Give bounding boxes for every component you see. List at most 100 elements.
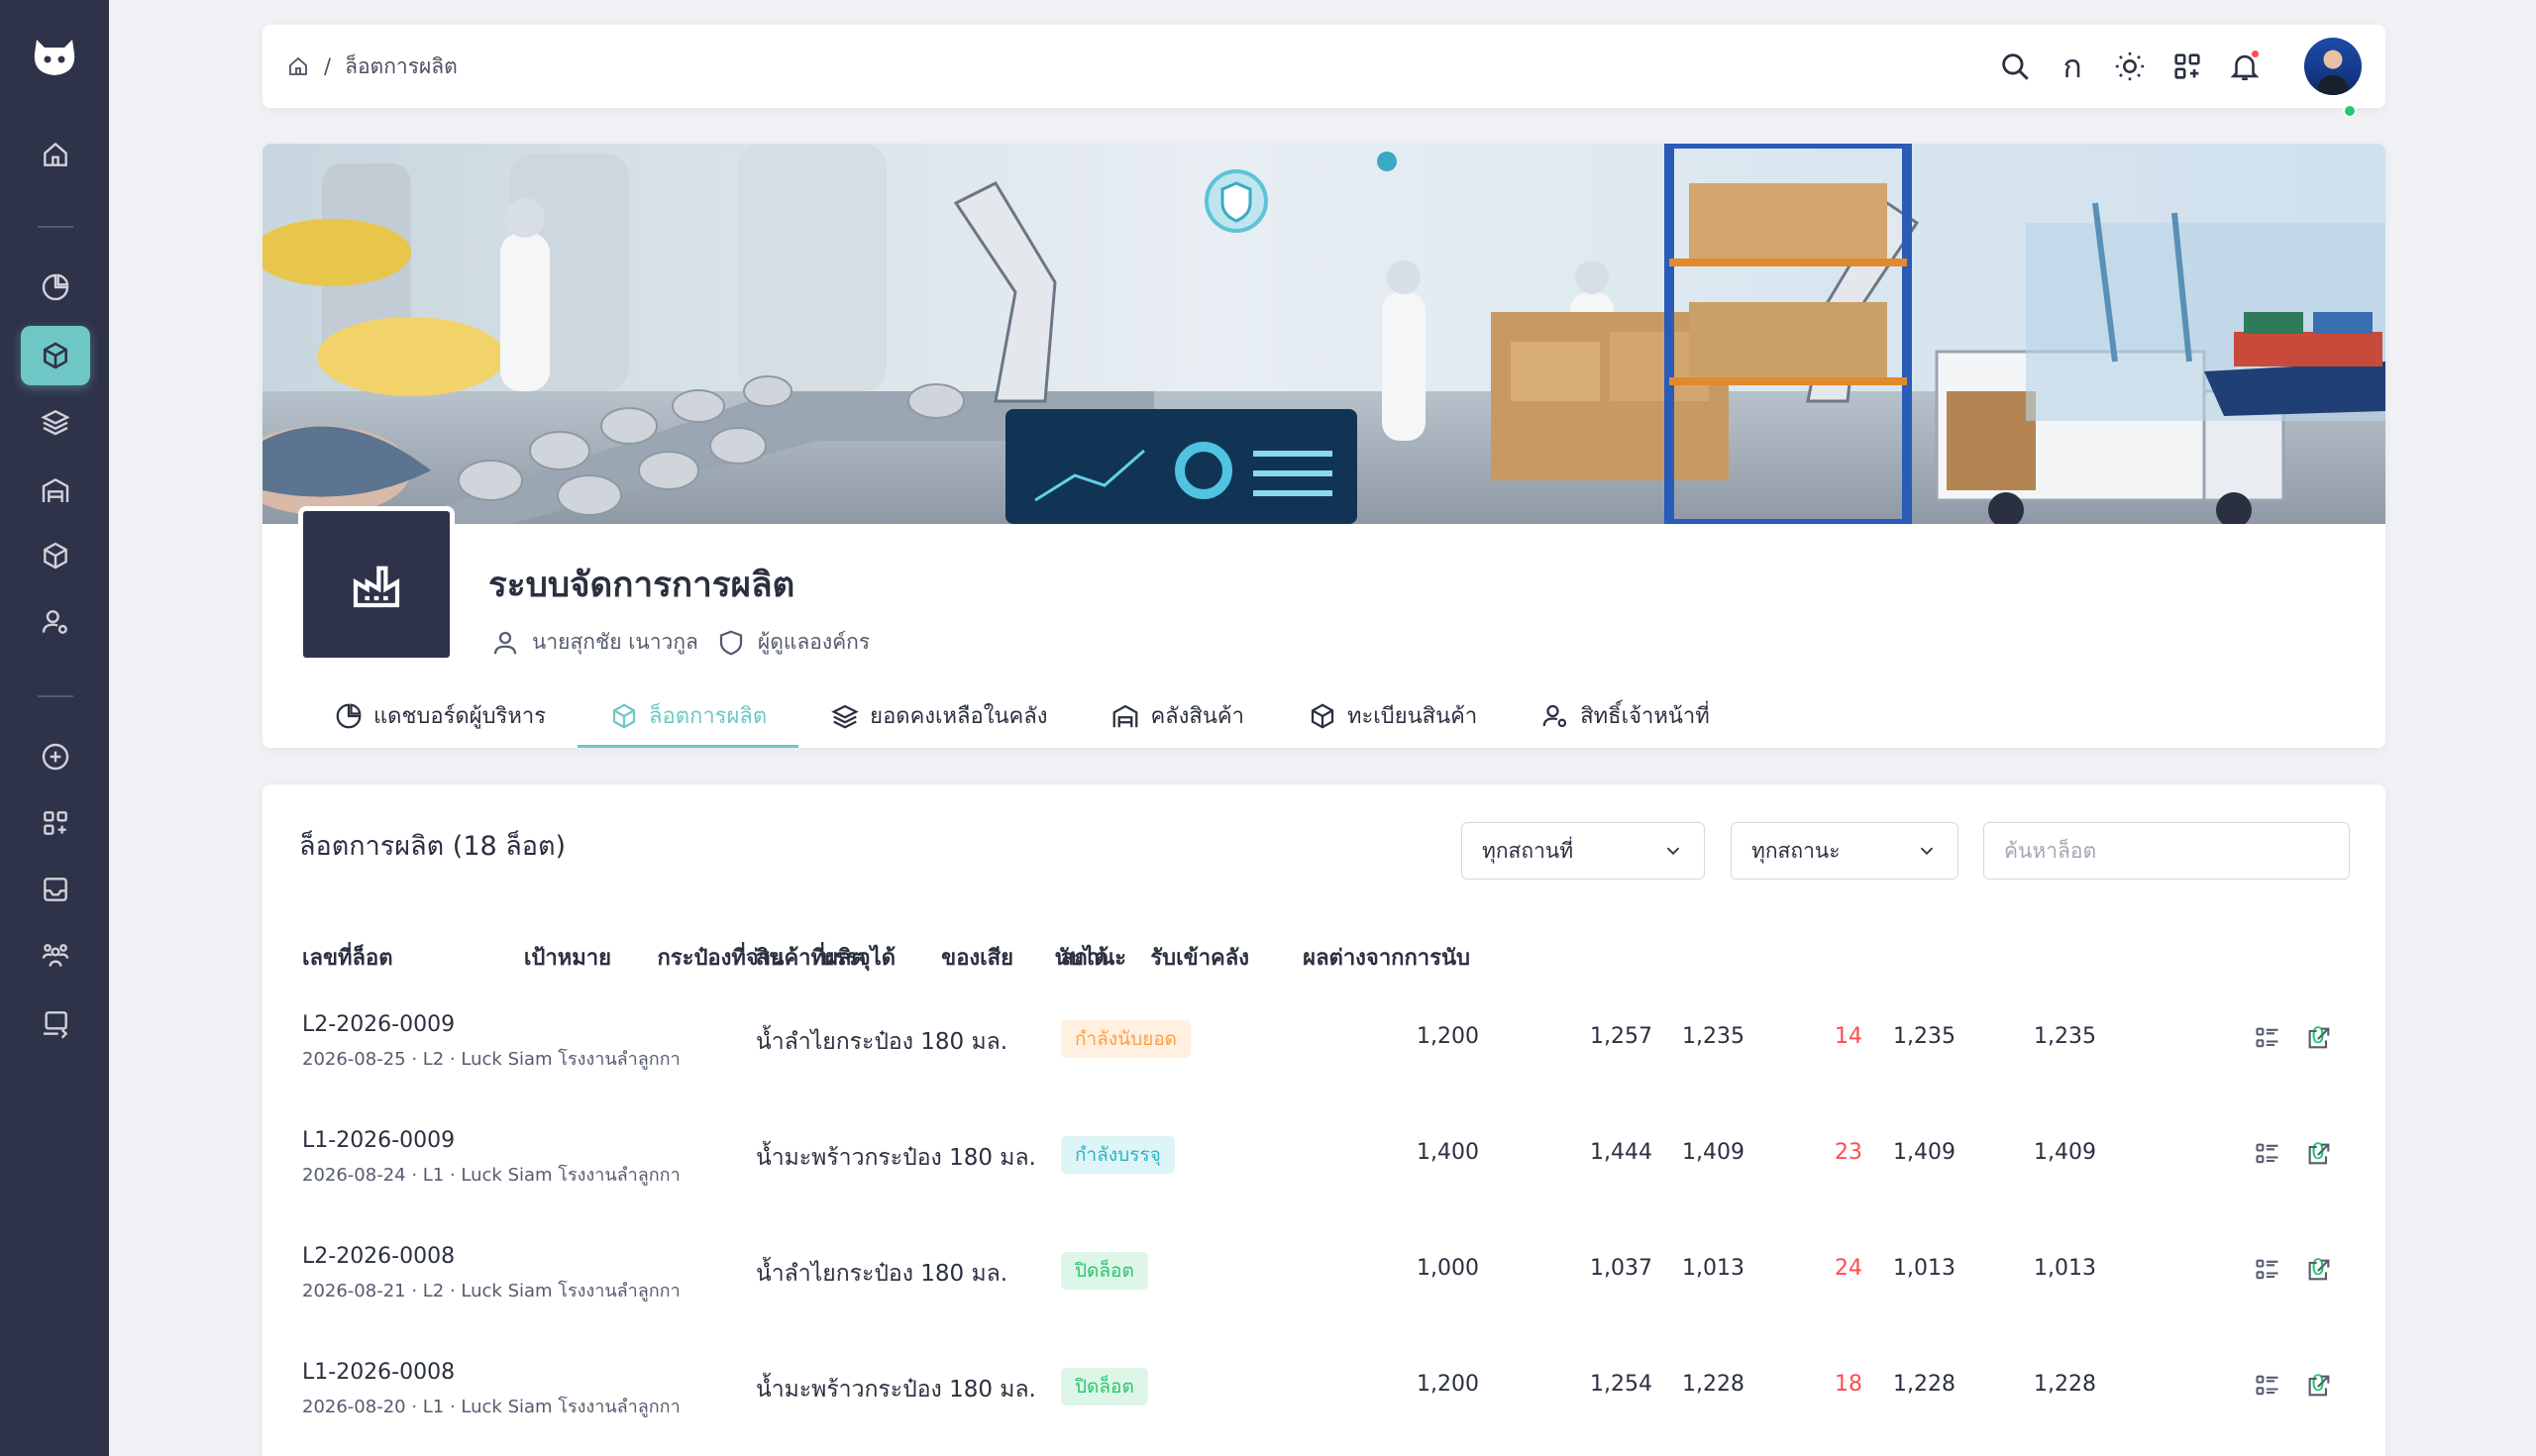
header-diff[interactable]: ผลต่างจากการนับ: [1303, 940, 1470, 975]
tab-label: แดชบอร์ดผู้บริหาร: [373, 704, 547, 729]
sidebar-item-warehouse[interactable]: [21, 461, 90, 520]
location-filter-value: ทุกสถานที่: [1482, 838, 1574, 863]
tab-label: คลังสินค้า: [1150, 704, 1244, 729]
user-cog-icon: [42, 610, 67, 634]
header-received[interactable]: รับเข้าคลัง: [1150, 940, 1249, 975]
sidebar-item-team[interactable]: [21, 926, 90, 986]
tab-lots[interactable]: ล็อตการผลิต: [578, 683, 799, 748]
table-row[interactable]: L1-2026-0008 2026-08-20 · L1 · Luck Siam…: [263, 1330, 2385, 1446]
header-packed[interactable]: บรรจุได้: [820, 940, 896, 975]
tab-dashboard[interactable]: แดชบอร์ดผู้บริหาร: [302, 683, 578, 748]
lot-packed: 1,013: [1682, 1256, 1744, 1281]
view-details-button[interactable]: [2252, 1138, 2283, 1170]
app-logo-icon[interactable]: [31, 36, 78, 79]
sun-icon: [2115, 52, 2145, 81]
list-details-icon: [2256, 1259, 2278, 1280]
shortcuts-button[interactable]: [2169, 49, 2205, 84]
location-filter-select[interactable]: ทุกสถานที่: [1461, 822, 1705, 880]
sidebar-item-inbox[interactable]: [21, 860, 90, 919]
list-details-icon: [2256, 1143, 2278, 1164]
view-details-button[interactable]: [2252, 1022, 2283, 1054]
apps-add-icon: [44, 811, 67, 835]
chart-pie-icon: [42, 273, 69, 301]
sidebar-item-products[interactable]: [21, 526, 90, 585]
status-badge: ปิดล็อต: [1061, 1252, 1148, 1290]
tab-stock[interactable]: ยอดคงเหลือในคลัง: [798, 683, 1079, 748]
lot-id[interactable]: L2-2026-0008: [302, 1244, 455, 1269]
tab-label: ทะเบียนสินค้า: [1346, 704, 1478, 729]
open-external-button[interactable]: [2303, 1254, 2335, 1286]
sidebar-item-stock[interactable]: [21, 392, 90, 452]
status-filter-select[interactable]: ทุกสถานะ: [1731, 822, 1958, 880]
sidebar-divider: [38, 695, 73, 697]
lot-product: น้ำลำไยกระป๋อง 180 มล.: [756, 1029, 1008, 1055]
lot-received: 1,235: [2034, 1024, 2096, 1049]
lot-counted: 1,013: [1893, 1256, 1955, 1281]
external-link-icon: [2308, 1375, 2330, 1397]
lot-id[interactable]: L1-2026-0009: [302, 1128, 455, 1153]
org-logo: [298, 506, 455, 663]
theme-toggle[interactable]: [2112, 49, 2148, 84]
avatar[interactable]: [2304, 38, 2362, 95]
sidebar-item-apps[interactable]: [21, 793, 90, 853]
lot-search-input[interactable]: [1983, 822, 2350, 880]
header-counted[interactable]: นับได้: [1055, 940, 1109, 975]
chart-pie-icon: [336, 702, 362, 728]
status-badge: ปิดล็อต: [1061, 1368, 1148, 1405]
tab-warehouse[interactable]: คลังสินค้า: [1079, 683, 1275, 748]
plus-circle-icon: [42, 743, 69, 771]
open-external-button[interactable]: [2303, 1022, 2335, 1054]
inbox-icon: [44, 878, 67, 901]
navbar-actions: ก: [1997, 37, 2362, 96]
warehouse-icon: [42, 477, 69, 502]
online-status-dot: [2343, 104, 2357, 118]
sidebar-item-lots[interactable]: [21, 326, 90, 385]
tab-permissions[interactable]: สิทธิ์เจ้าหน้าที่: [1509, 683, 1742, 748]
sidebar-item-dashboard[interactable]: [21, 258, 90, 317]
header-target[interactable]: เป้าหมาย: [524, 940, 611, 975]
lot-subtitle: 2026-08-25 · L2 · Luck Siam โรงงานลำลูกก…: [302, 1049, 681, 1070]
sidebar-item-devices[interactable]: [21, 993, 90, 1053]
header-cans-issued[interactable]: กระป๋องที่จ่าย: [657, 940, 784, 975]
header-lot[interactable]: เลขที่ล็อต: [302, 940, 393, 975]
table-row[interactable]: L2-2026-0008 2026-08-21 · L2 · Luck Siam…: [263, 1214, 2385, 1330]
sidebar-item-permissions[interactable]: [21, 592, 90, 652]
language-button[interactable]: ก: [2055, 49, 2090, 84]
sidebar-item-add[interactable]: [21, 727, 90, 786]
lot-received: 1,228: [2034, 1372, 2096, 1397]
package-icon: [44, 542, 67, 570]
layers-icon: [831, 704, 859, 729]
list-details-icon: [2256, 1027, 2278, 1048]
sidebar-item-home[interactable]: [21, 125, 90, 184]
profile-card: ระบบจัดการการผลิต นายสุกชัย เนาวกูล ผู้ด…: [263, 144, 2385, 748]
lot-packed: 1,235: [1682, 1024, 1744, 1049]
header-waste[interactable]: ของเสีย: [941, 940, 1013, 975]
open-external-button[interactable]: [2303, 1138, 2335, 1170]
breadcrumb-separator: /: [324, 54, 332, 78]
open-external-button[interactable]: [2303, 1370, 2335, 1402]
tab-label: สิทธิ์เจ้าหน้าที่: [1580, 704, 1710, 729]
profile-tabs: แดชบอร์ดผู้บริหาร ล็อตการผลิต ยอดคงเหลือ…: [302, 683, 1742, 748]
lot-id[interactable]: L1-2026-0008: [302, 1360, 455, 1385]
home-icon[interactable]: [286, 54, 310, 78]
top-navbar: / ล็อตการผลิต ก: [263, 25, 2385, 118]
view-details-button[interactable]: [2252, 1254, 2283, 1286]
notifications-button[interactable]: [2227, 49, 2263, 84]
lot-counted: 1,409: [1893, 1140, 1955, 1165]
table-title: ล็อตการผลิต (18 ล็อต): [299, 831, 567, 862]
table-row[interactable]: L1-2026-0009 2026-08-24 · L1 · Luck Siam…: [263, 1098, 2385, 1214]
tab-products[interactable]: ทะเบียนสินค้า: [1276, 683, 1509, 748]
users-group-icon: [42, 944, 69, 967]
notification-dot: [2250, 49, 2261, 59]
lot-id[interactable]: L2-2026-0009: [302, 1012, 455, 1037]
external-link-icon: [2308, 1027, 2330, 1049]
banner-image: [263, 144, 2385, 524]
lot-counted: 1,235: [1893, 1024, 1955, 1049]
view-details-button[interactable]: [2252, 1370, 2283, 1402]
search-button[interactable]: [1997, 49, 2033, 84]
table-row[interactable]: L2-2026-0009 2026-08-25 · L2 · Luck Siam…: [263, 983, 2385, 1098]
chevron-down-icon: [1666, 847, 1680, 856]
lot-product: น้ำมะพร้าวกระป๋อง 180 มล.: [756, 1145, 1036, 1171]
status-filter-value: ทุกสถานะ: [1751, 838, 1841, 863]
lot-target: 1,200: [1417, 1372, 1479, 1397]
